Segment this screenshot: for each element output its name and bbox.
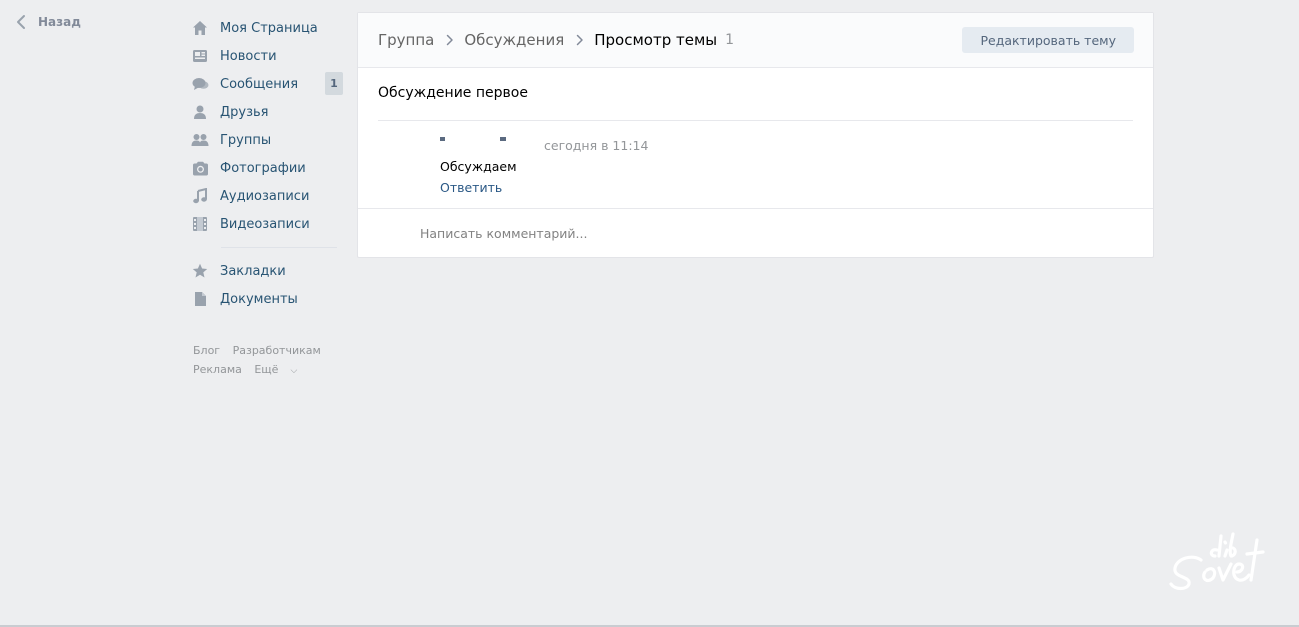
sidebar-item-label: Группы xyxy=(220,132,272,148)
watermark-logo xyxy=(1169,532,1265,591)
breadcrumb-discussions[interactable]: Обсуждения xyxy=(464,31,564,49)
footer-link-more[interactable]: Ещё ⌵ xyxy=(254,363,306,376)
sidebar-footer-links: Блог Разработчикам Реклама Ещё ⌵ xyxy=(193,341,343,381)
sidebar-item-label: Фотографии xyxy=(220,160,306,176)
reply-link[interactable]: Ответить xyxy=(440,180,648,195)
topic-card: Группа Обсуждения Просмотр темы 1 Редакт… xyxy=(357,12,1154,258)
sidebar-item-messages[interactable]: Сообщения 1 xyxy=(191,70,343,98)
footer-link-developers[interactable]: Разработчикам xyxy=(233,344,321,357)
document-icon xyxy=(191,290,209,308)
video-icon xyxy=(191,215,209,233)
footer-more-label: Ещё xyxy=(254,363,279,376)
news-icon xyxy=(191,47,209,65)
title-divider xyxy=(378,120,1133,121)
music-icon xyxy=(191,187,209,205)
sidebar-item-news[interactable]: Новости xyxy=(191,42,343,70)
sidebar-item-audio[interactable]: Аудиозаписи xyxy=(191,182,343,210)
back-label: Назад xyxy=(38,15,81,29)
sidebar-item-label: Видеозаписи xyxy=(220,216,310,232)
sidebar-item-photos[interactable]: Фотографии xyxy=(191,154,343,182)
breadcrumb-group[interactable]: Группа xyxy=(378,31,434,49)
post-text: Обсуждаем xyxy=(440,159,517,174)
chevron-down-icon: ⌵ xyxy=(290,366,298,376)
sidebar-item-label: Документы xyxy=(220,291,298,307)
breadcrumb-count: 1 xyxy=(725,32,735,48)
breadcrumb: Группа Обсуждения Просмотр темы 1 Редакт… xyxy=(358,13,1153,68)
back-link[interactable]: Назад xyxy=(16,14,81,30)
sidebar-item-video[interactable]: Видеозаписи xyxy=(191,210,343,238)
messages-icon xyxy=(191,75,209,93)
home-icon xyxy=(191,19,209,37)
chevron-left-icon xyxy=(17,15,25,29)
author-name-redacted xyxy=(440,137,538,141)
chevron-right-icon xyxy=(446,34,454,46)
footer-link-blog[interactable]: Блог xyxy=(193,344,220,357)
star-icon xyxy=(191,262,209,280)
comment-input[interactable] xyxy=(420,223,920,243)
sidebar-item-label: Закладки xyxy=(220,263,286,279)
sidebar-item-label: Новости xyxy=(220,48,277,64)
camera-icon xyxy=(191,159,209,177)
sidebar-item-label: Моя Страница xyxy=(220,20,318,36)
sidebar-item-bookmarks[interactable]: Закладки xyxy=(191,257,343,285)
post: сегодня в 11:14 Обсуждаем Ответить xyxy=(440,137,648,195)
sidebar-item-label: Аудиозаписи xyxy=(220,188,310,204)
sidebar-item-label: Друзья xyxy=(220,104,269,120)
post-meta: сегодня в 11:14 xyxy=(440,137,648,153)
sidebar-item-my-page[interactable]: Моя Страница xyxy=(191,14,343,42)
footer-link-ads[interactable]: Реклама xyxy=(193,363,242,376)
breadcrumb-current: Просмотр темы xyxy=(594,31,718,49)
edit-topic-button[interactable]: Редактировать тему xyxy=(962,27,1134,53)
groups-icon xyxy=(191,131,209,149)
messages-count-badge: 1 xyxy=(325,72,343,95)
chevron-right-icon xyxy=(576,34,584,46)
post-time[interactable]: сегодня в 11:14 xyxy=(544,138,648,153)
sidebar-item-label: Сообщения xyxy=(220,76,299,92)
topic-title: Обсуждение первое xyxy=(378,85,528,101)
sidebar-nav: Моя Страница Новости Сообщения 1 Друзья … xyxy=(191,14,343,381)
sidebar-item-documents[interactable]: Документы xyxy=(191,285,343,313)
comment-divider xyxy=(358,208,1153,209)
sidebar-item-groups[interactable]: Группы xyxy=(191,126,343,154)
friends-icon xyxy=(191,103,209,121)
sidebar-divider xyxy=(221,247,337,248)
sidebar-item-friends[interactable]: Друзья xyxy=(191,98,343,126)
